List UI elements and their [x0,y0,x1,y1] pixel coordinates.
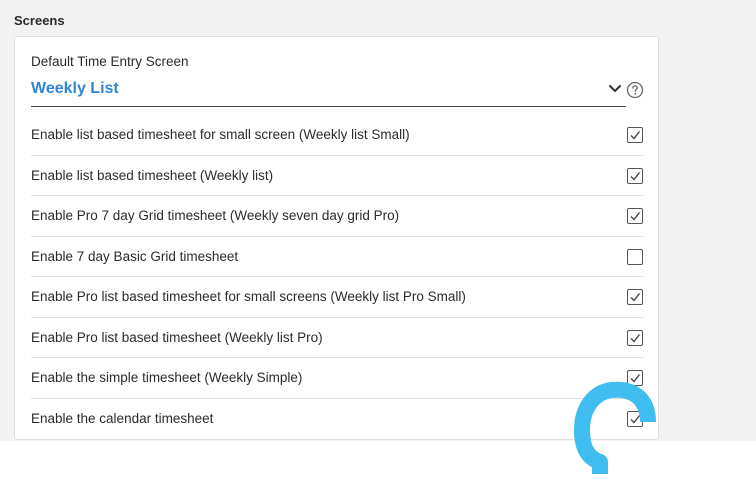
chevron-down-icon [609,85,621,92]
option-row: Enable Pro 7 day Grid timesheet (Weekly … [31,196,644,237]
screens-card: Default Time Entry Screen Weekly List En… [14,36,659,440]
option-checkbox[interactable] [627,289,643,305]
option-label: Enable 7 day Basic Grid timesheet [31,248,239,264]
checkmark-icon [630,414,641,424]
option-label: Enable list based timesheet (Weekly list… [31,167,274,183]
checkmark-icon [630,374,641,383]
option-label: Enable the calendar timesheet [31,410,214,426]
page-bottom-area [0,441,756,480]
default-screen-label: Default Time Entry Screen [31,54,189,69]
option-checkbox[interactable] [627,248,643,265]
option-row: Enable list based timesheet for small sc… [31,115,644,156]
option-checkbox[interactable] [627,410,643,427]
option-checkbox[interactable] [627,127,643,143]
option-label: Enable Pro list based timesheet (Weekly … [31,329,323,345]
option-checkbox[interactable] [627,370,643,386]
option-row: Enable Pro list based timesheet (Weekly … [31,318,644,358]
option-row: Enable list based timesheet (Weekly list… [31,156,644,196]
checkmark-icon [630,171,641,181]
option-row: Enable Pro list based timesheet for smal… [31,277,644,318]
option-row: Enable 7 day Basic Grid timesheet [31,237,644,277]
option-row: Enable the calendar timesheet [31,399,644,439]
option-checkbox[interactable] [627,329,643,346]
option-row: Enable the simple timesheet (Weekly Simp… [31,358,644,399]
option-label: Enable the simple timesheet (Weekly Simp… [31,370,303,385]
checkmark-icon [630,212,641,221]
help-circle-icon[interactable] [626,81,644,99]
option-label: Enable list based timesheet for small sc… [31,127,410,142]
section-title: Screens [14,13,65,28]
checkmark-icon [630,131,641,140]
option-checkbox[interactable] [627,167,643,184]
checkmark-icon [630,333,641,343]
option-label: Enable Pro 7 day Grid timesheet (Weekly … [31,208,400,223]
checkmark-icon [630,293,641,302]
option-label: Enable Pro list based timesheet for smal… [31,289,466,304]
default-screen-select[interactable]: Weekly List [31,75,626,107]
options-list: Enable list based timesheet for small sc… [31,115,644,438]
option-checkbox[interactable] [627,208,643,224]
default-screen-value: Weekly List [31,80,119,97]
